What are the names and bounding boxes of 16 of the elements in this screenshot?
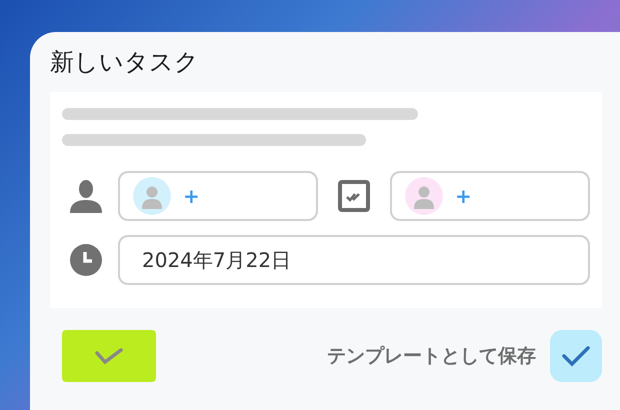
save-template-checkbox[interactable] <box>550 330 602 382</box>
checklist-icon[interactable] <box>338 180 370 212</box>
person-icon <box>70 179 102 213</box>
date-field[interactable]: 2024年7月22日 <box>118 235 590 285</box>
confirm-button[interactable] <box>62 330 156 382</box>
assignee-field[interactable]: + <box>390 171 590 221</box>
dialog-title: 新しいタスク <box>50 47 200 78</box>
checkmark-icon <box>94 346 124 366</box>
person-silhouette-icon <box>413 185 435 209</box>
save-template-label: テンプレートとして保存 <box>327 344 536 369</box>
assignee-field[interactable]: + <box>118 171 318 221</box>
add-person-label[interactable]: + <box>455 186 472 206</box>
clock-icon <box>70 244 102 276</box>
checkmark-icon <box>561 345 591 367</box>
person-silhouette-icon <box>141 185 163 209</box>
add-person-label[interactable]: + <box>183 186 200 206</box>
